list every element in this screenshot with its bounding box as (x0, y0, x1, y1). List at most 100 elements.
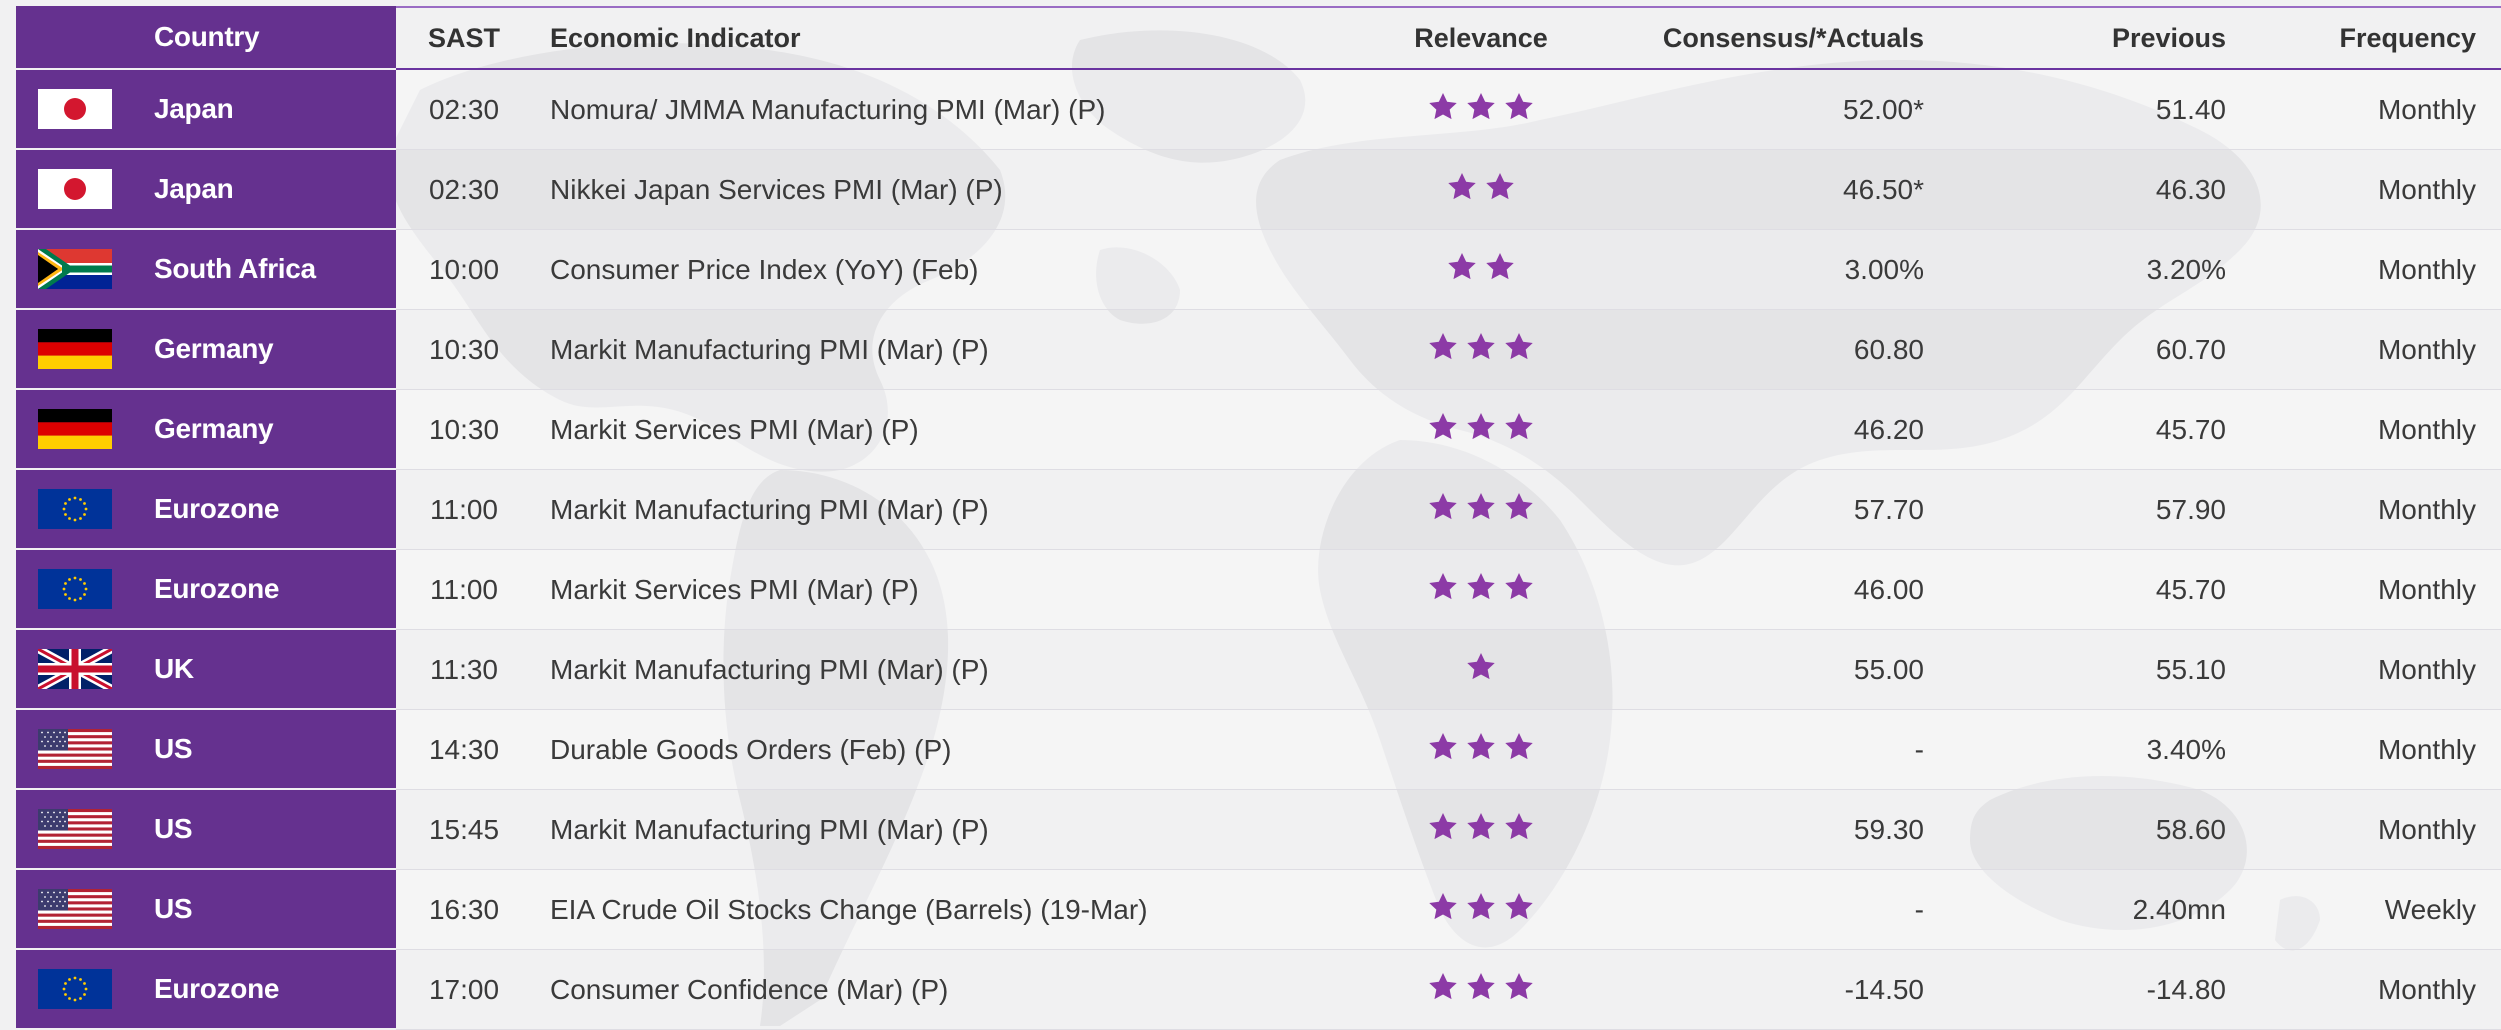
country-cell: Germany (16, 390, 396, 470)
relevance-rating (1368, 251, 1594, 290)
row-cells: 02:30 Nomura/ JMMA Manufacturing PMI (Ma… (396, 70, 2501, 150)
sast-time: 02:30 (428, 94, 500, 125)
frequency-value: Weekly (2384, 894, 2476, 925)
frequency-value: Monthly (2377, 334, 2476, 365)
consensus-value: 46.50* (1843, 174, 1924, 205)
economic-indicator: Markit Services PMI (Mar) (P) (550, 414, 919, 445)
table-row: Eurozone 11:00 Markit Manufacturing PMI … (16, 470, 2501, 550)
frequency-value: Monthly (2377, 814, 2476, 845)
consensus-value: -14.50 (1844, 974, 1924, 1005)
relevance-rating (1368, 571, 1594, 610)
row-cells: 02:30 Nikkei Japan Services PMI (Mar) (P… (396, 150, 2501, 230)
consensus-value: 52.00* (1843, 94, 1924, 125)
table-row: UK 11:30 Markit Manufacturing PMI (Mar) … (16, 630, 2501, 710)
sast-time: 10:30 (428, 334, 500, 365)
country-name: US (154, 733, 193, 764)
consensus-value: 55.00 (1853, 654, 1924, 685)
row-cells: 10:30 Markit Services PMI (Mar) (P) 46.2… (396, 390, 2501, 470)
star-icon (1446, 251, 1478, 283)
star-icon (1427, 331, 1459, 363)
table-row: Eurozone 17:00 Consumer Confidence (Mar)… (16, 950, 2501, 1030)
us-flag-icon (38, 729, 112, 769)
country-name: US (154, 893, 193, 924)
economic-indicator: Consumer Price Index (YoY) (Feb) (550, 254, 979, 285)
relevance-rating (1368, 171, 1594, 210)
sast-time: 14:30 (428, 734, 500, 765)
country-name: Japan (154, 173, 234, 204)
table-body: Japan 02:30 Nomura/ JMMA Manufacturing P… (16, 70, 2501, 1030)
relevance-rating (1368, 91, 1594, 130)
table-row: US 15:45 Markit Manufacturing PMI (Mar) … (16, 790, 2501, 870)
star-icon (1465, 411, 1497, 443)
star-icon (1503, 971, 1535, 1003)
economic-indicator: Nomura/ JMMA Manufacturing PMI (Mar) (P) (550, 94, 1106, 125)
star-icon (1427, 571, 1459, 603)
us-flag-icon (38, 809, 112, 849)
star-icon (1503, 891, 1535, 923)
table-row: Germany 10:30 Markit Services PMI (Mar) … (16, 390, 2501, 470)
sast-time: 10:00 (428, 254, 500, 285)
row-cells: 14:30 Durable Goods Orders (Feb) (P) - 3… (396, 710, 2501, 790)
star-icon (1465, 491, 1497, 523)
header-relevance: Relevance (1414, 22, 1548, 53)
germany-flag-icon (38, 329, 112, 369)
header-previous: Previous (2111, 22, 2226, 53)
header-cells: SAST Economic Indicator Relevance Consen… (396, 6, 2501, 70)
consensus-value: 59.30 (1853, 814, 1924, 845)
row-cells: 10:00 Consumer Price Index (YoY) (Feb) 3… (396, 230, 2501, 310)
table-row: US 16:30 EIA Crude Oil Stocks Change (Ba… (16, 870, 2501, 950)
star-icon (1503, 331, 1535, 363)
row-cells: 16:30 EIA Crude Oil Stocks Change (Barre… (396, 870, 2501, 950)
eu-flag-icon (38, 489, 112, 529)
header-indicator: Economic Indicator (550, 22, 801, 53)
consensus-value: 57.70 (1853, 494, 1924, 525)
header-sast: SAST (427, 22, 500, 53)
star-icon (1427, 91, 1459, 123)
frequency-value: Monthly (2377, 974, 2476, 1005)
consensus-value: - (1914, 734, 1924, 765)
country-cell: South Africa (16, 230, 396, 310)
star-icon (1465, 571, 1497, 603)
star-icon (1465, 811, 1497, 843)
star-icon (1503, 411, 1535, 443)
country-name: Japan (154, 93, 234, 124)
country-cell: US (16, 710, 396, 790)
sast-time: 02:30 (428, 174, 500, 205)
table-row: South Africa 10:00 Consumer Price Index … (16, 230, 2501, 310)
economic-indicator: Markit Manufacturing PMI (Mar) (P) (550, 334, 989, 365)
consensus-value: 60.80 (1853, 334, 1924, 365)
previous-value: 3.40% (2146, 734, 2226, 765)
star-icon (1503, 571, 1535, 603)
economic-indicator: Consumer Confidence (Mar) (P) (550, 974, 949, 1005)
row-cells: 17:00 Consumer Confidence (Mar) (P) -14.… (396, 950, 2501, 1030)
country-name: UK (154, 653, 194, 684)
country-cell: Japan (16, 70, 396, 150)
economic-indicator: Markit Manufacturing PMI (Mar) (P) (550, 654, 989, 685)
country-cell: Germany (16, 310, 396, 390)
economic-indicator: Nikkei Japan Services PMI (Mar) (P) (550, 174, 1003, 205)
consensus-value: 46.20 (1853, 414, 1924, 445)
table-row: Germany 10:30 Markit Manufacturing PMI (… (16, 310, 2501, 390)
sast-time: 16:30 (428, 894, 500, 925)
header-country-cell: Country (16, 6, 396, 70)
uk-flag-icon (38, 649, 112, 689)
economic-indicator: EIA Crude Oil Stocks Change (Barrels) (1… (550, 894, 1148, 925)
country-name: Germany (154, 333, 274, 364)
japan-flag-icon (38, 89, 112, 129)
economic-indicator: Markit Manufacturing PMI (Mar) (P) (550, 494, 989, 525)
previous-value: 60.70 (2155, 334, 2226, 365)
country-cell: Eurozone (16, 950, 396, 1030)
country-cell: Eurozone (16, 470, 396, 550)
eu-flag-icon (38, 569, 112, 609)
sast-time: 15:45 (428, 814, 500, 845)
relevance-rating (1368, 971, 1594, 1010)
frequency-value: Monthly (2377, 254, 2476, 285)
relevance-rating (1368, 811, 1594, 850)
germany-flag-icon (38, 409, 112, 449)
relevance-rating (1368, 891, 1594, 930)
previous-value: 2.40mn (2132, 894, 2226, 925)
economic-indicator: Markit Manufacturing PMI (Mar) (P) (550, 814, 989, 845)
country-cell: US (16, 870, 396, 950)
previous-value: 45.70 (2155, 414, 2226, 445)
eu-flag-icon (38, 969, 112, 1009)
